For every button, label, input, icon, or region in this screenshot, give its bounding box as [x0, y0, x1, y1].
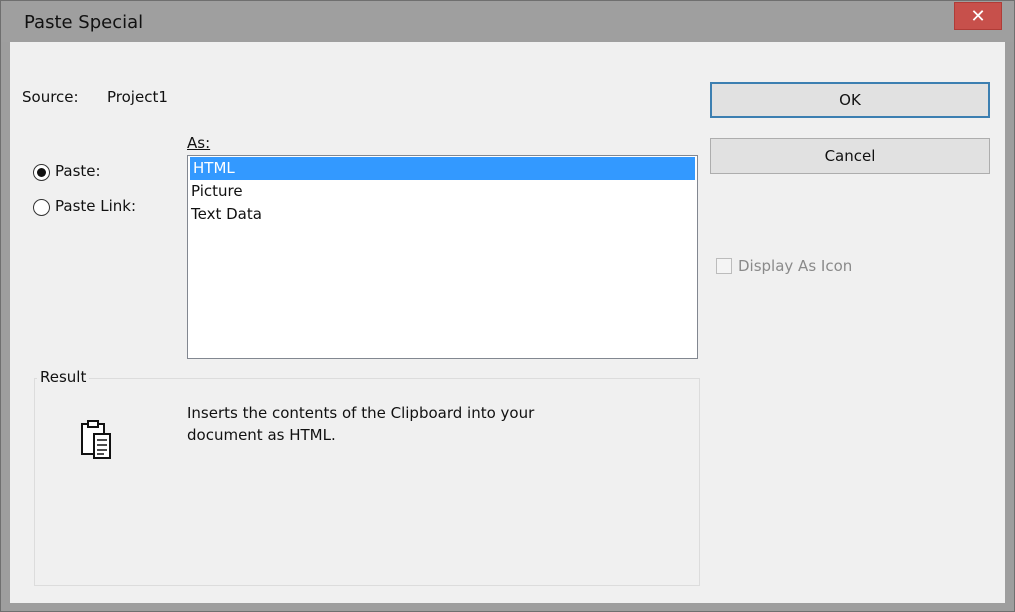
- result-description-line1: Inserts the contents of the Clipboard in…: [187, 404, 535, 422]
- cancel-button[interactable]: Cancel: [710, 138, 990, 174]
- close-button[interactable]: ✕: [954, 2, 1002, 30]
- clipboard-paste-icon: [80, 420, 114, 464]
- title-bar[interactable]: Paste Special ✕: [1, 1, 1014, 42]
- result-description-line2: document as HTML.: [187, 426, 336, 444]
- as-label: As:: [187, 134, 210, 152]
- result-group-label: Result: [37, 368, 90, 386]
- paste-radio-label[interactable]: Paste:: [55, 162, 101, 180]
- list-item[interactable]: HTML: [190, 157, 695, 180]
- list-item[interactable]: Text Data: [188, 203, 697, 226]
- paste-special-window: Paste Special ✕ Source: Project1 As: Pas…: [0, 0, 1015, 612]
- paste-link-radio[interactable]: [33, 199, 50, 216]
- dialog-body: Source: Project1 As: Paste: Paste Link: …: [10, 42, 1005, 603]
- dialog-title: Paste Special: [24, 12, 144, 33]
- as-label-text: As:: [187, 134, 211, 152]
- source-value: Project1: [107, 88, 168, 106]
- as-listbox[interactable]: HTML Picture Text Data: [187, 155, 698, 359]
- list-item[interactable]: Picture: [188, 180, 697, 203]
- ok-button[interactable]: OK: [710, 82, 990, 118]
- display-as-icon-label[interactable]: Display As Icon: [738, 257, 852, 275]
- paste-link-radio-label[interactable]: Paste Link:: [55, 197, 136, 215]
- paste-radio[interactable]: [33, 164, 50, 181]
- display-as-icon-checkbox[interactable]: [716, 258, 732, 274]
- source-label: Source:: [22, 88, 79, 106]
- close-icon: ✕: [970, 6, 986, 27]
